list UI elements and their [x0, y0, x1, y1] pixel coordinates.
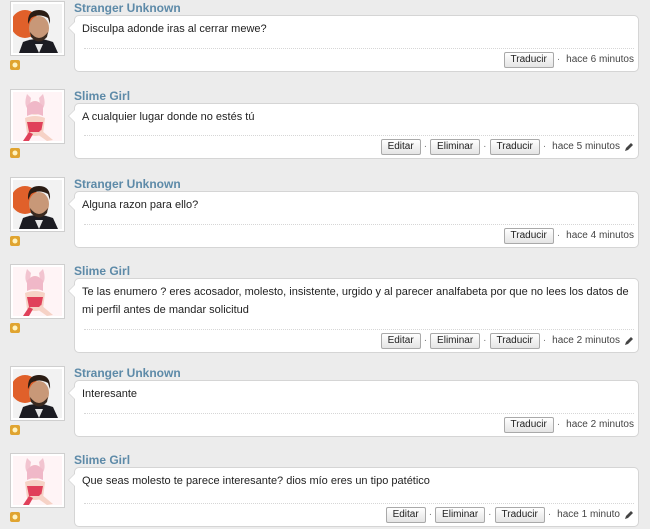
message-actions: Editar · Eliminar · Traducir · hace 5 mi…: [84, 135, 634, 155]
delete-button[interactable]: Eliminar: [430, 138, 481, 155]
edit-button[interactable]: Editar: [380, 138, 421, 155]
avatar[interactable]: [10, 177, 65, 232]
pencil-icon[interactable]: [624, 142, 634, 152]
delete-button[interactable]: Eliminar: [435, 506, 486, 523]
timestamp: hace 2 minutos: [566, 419, 634, 430]
separator: ·: [547, 509, 552, 520]
message-actions: Editar · Eliminar · Traducir · hace 1 mi…: [84, 503, 634, 523]
separator: ·: [483, 335, 487, 346]
message-actions: Traducir · hace 6 minutos: [84, 48, 634, 68]
translate-button[interactable]: Traducir: [503, 416, 554, 433]
translate-button[interactable]: Traducir: [489, 332, 540, 349]
user-badge-icon: [9, 147, 21, 159]
anime-girl-avatar-icon: [13, 456, 62, 505]
message-text: Alguna razon para ello?: [82, 199, 199, 211]
message-bubble: Interesante Traducir · hace 2 minutos: [68, 380, 639, 437]
message-bubble: Que seas molesto te parece interesante? …: [68, 467, 639, 527]
separator: ·: [556, 419, 561, 430]
author-name[interactable]: Stranger Unknown: [74, 1, 181, 15]
pencil-icon[interactable]: [624, 336, 634, 346]
avatar[interactable]: [10, 366, 65, 421]
user-badge-icon: [9, 235, 21, 247]
author-name[interactable]: Slime Girl: [74, 264, 130, 278]
man-portrait-avatar-icon: [13, 4, 62, 53]
separator: ·: [428, 509, 433, 520]
author-name[interactable]: Stranger Unknown: [74, 366, 181, 380]
message-actions: Editar · Eliminar · Traducir · hace 2 mi…: [84, 329, 634, 349]
message-text: Te las enumero ? eres acosador, molesto,…: [82, 286, 629, 316]
timestamp: hace 4 minutos: [566, 230, 634, 241]
avatar[interactable]: [10, 264, 65, 319]
message-text: Interesante: [82, 388, 138, 400]
user-badge-icon: [9, 424, 21, 436]
message-bubble: Disculpa adonde iras al cerrar mewe? Tra…: [68, 15, 639, 72]
timestamp: hace 6 minutos: [566, 54, 634, 65]
separator: ·: [423, 141, 428, 152]
separator: ·: [556, 54, 561, 65]
message-bubble: Te las enumero ? eres acosador, molesto,…: [68, 278, 639, 353]
separator: ·: [423, 335, 428, 346]
separator: ·: [483, 141, 487, 152]
anime-girl-avatar-icon: [13, 92, 62, 141]
delete-button[interactable]: Eliminar: [430, 332, 481, 349]
message-text: Disculpa adonde iras al cerrar mewe?: [82, 23, 267, 35]
message-text: A cualquier lugar donde no estés tú: [82, 111, 255, 123]
translate-button[interactable]: Traducir: [489, 138, 540, 155]
separator: ·: [556, 230, 561, 241]
avatar[interactable]: [10, 453, 65, 508]
author-name[interactable]: Stranger Unknown: [74, 177, 181, 191]
man-portrait-avatar-icon: [13, 180, 62, 229]
separator: ·: [542, 335, 547, 346]
author-name[interactable]: Slime Girl: [74, 453, 130, 467]
message-actions: Traducir · hace 4 minutos: [84, 224, 634, 244]
author-name[interactable]: Slime Girl: [74, 89, 130, 103]
timestamp: hace 1 minuto: [557, 509, 620, 520]
user-badge-icon: [9, 511, 21, 523]
pencil-icon[interactable]: [624, 510, 634, 520]
message-text: Que seas molesto te parece interesante? …: [82, 475, 430, 487]
user-badge-icon: [9, 322, 21, 334]
message-bubble: A cualquier lugar donde no estés tú Edit…: [68, 103, 639, 159]
message-actions: Traducir · hace 2 minutos: [84, 413, 634, 433]
user-badge-icon: [9, 59, 21, 71]
anime-girl-avatar-icon: [13, 267, 62, 316]
man-portrait-avatar-icon: [13, 369, 62, 418]
avatar[interactable]: [10, 89, 65, 144]
translate-button[interactable]: Traducir: [503, 51, 554, 68]
timestamp: hace 2 minutos: [552, 335, 620, 346]
translate-button[interactable]: Traducir: [503, 227, 554, 244]
avatar[interactable]: [10, 1, 65, 56]
separator: ·: [542, 141, 547, 152]
edit-button[interactable]: Editar: [380, 332, 421, 349]
edit-button[interactable]: Editar: [385, 506, 426, 523]
message-bubble: Alguna razon para ello? Traducir · hace …: [68, 191, 639, 248]
separator: ·: [488, 509, 492, 520]
timestamp: hace 5 minutos: [552, 141, 620, 152]
translate-button[interactable]: Traducir: [494, 506, 545, 523]
